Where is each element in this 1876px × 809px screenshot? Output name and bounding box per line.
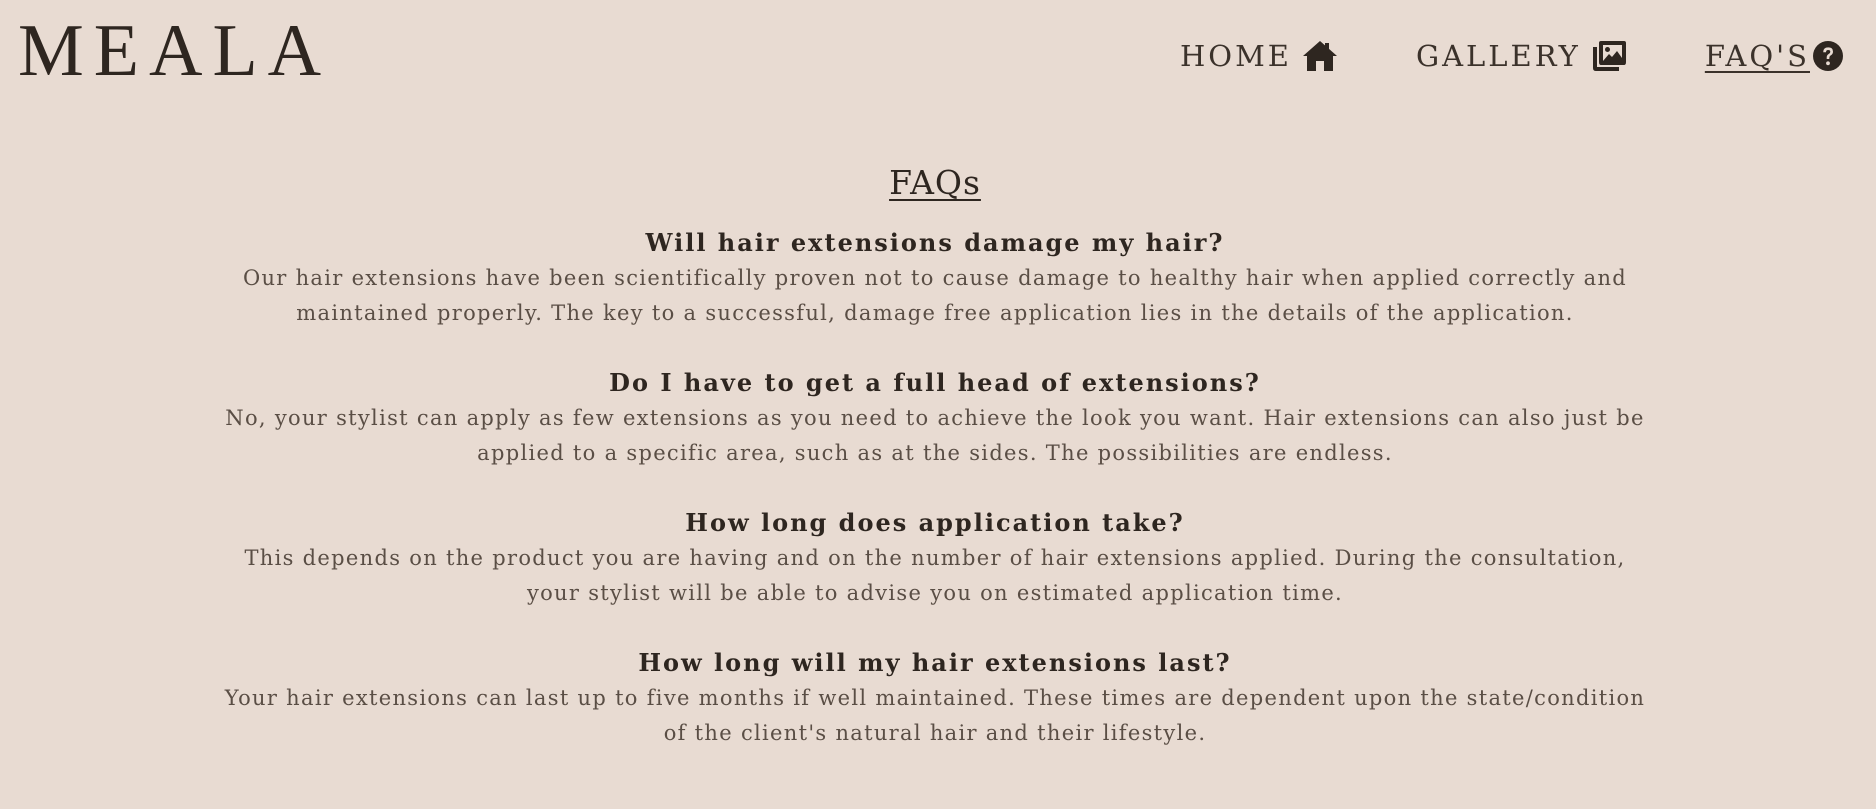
faq-question: Will hair extensions damage my hair? <box>645 228 1225 257</box>
images-icon <box>1591 40 1627 72</box>
home-icon <box>1302 40 1338 72</box>
nav-faqs-link[interactable]: FAQ'S <box>1705 36 1844 76</box>
nav-gallery-link[interactable]: GALLERY <box>1416 36 1627 76</box>
nav-home-label: HOME <box>1180 39 1292 73</box>
site-logo[interactable]: MEALA <box>18 14 331 88</box>
faq-list: Will hair extensions damage my hair? Our… <box>160 225 1710 751</box>
faq-answer: Our hair extensions have been scientific… <box>242 266 1628 325</box>
faq-item: Do I have to get a full head of extensio… <box>160 365 1710 471</box>
faq-answer: Your hair extensions can last up to five… <box>224 686 1646 745</box>
faq-question: How long will my hair extensions last? <box>638 648 1232 677</box>
faq-item: How long will my hair extensions last? Y… <box>160 645 1710 751</box>
nav-gallery-label: GALLERY <box>1415 39 1581 73</box>
nav-home-link[interactable]: HOME <box>1180 36 1338 76</box>
faq-answer: No, your stylist can apply as few extens… <box>225 406 1645 465</box>
page-title: FAQs <box>889 163 981 202</box>
faq-item: How long does application take? This dep… <box>160 505 1710 611</box>
faq-answer: This depends on the product you are havi… <box>244 546 1626 605</box>
main-nav: HOME GALLERY FAQ'S <box>1102 36 1844 76</box>
faq-question: How long does application take? <box>685 508 1185 537</box>
nav-faqs-label: FAQ'S <box>1704 39 1810 73</box>
faq-question: Do I have to get a full head of extensio… <box>609 368 1261 397</box>
faq-item: Will hair extensions damage my hair? Our… <box>160 225 1710 331</box>
faq-section: FAQs Will hair extensions damage my hair… <box>160 158 1710 785</box>
question-circle-icon <box>1812 40 1844 72</box>
